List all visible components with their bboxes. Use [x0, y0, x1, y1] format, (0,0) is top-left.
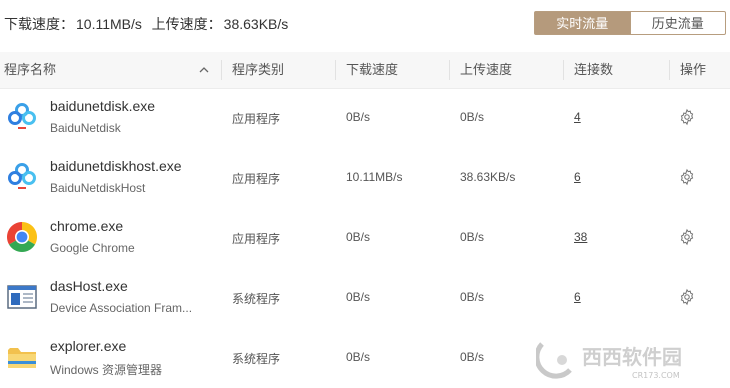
table-row[interactable]: baidunetdiskhost.exe BaiduNetdiskHost 应用… [0, 148, 730, 208]
chrome-icon [6, 222, 38, 253]
connection-count-link[interactable]: 6 [574, 290, 581, 304]
process-name: chrome.exe [50, 218, 124, 234]
process-type: 应用程序 [232, 112, 281, 126]
window-icon [7, 285, 37, 309]
traffic-toggle: 实时流量 历史流量 [534, 11, 726, 35]
folder-icon [8, 348, 36, 368]
process-name: baidunetdisk.exe [50, 98, 156, 114]
connection-count-link[interactable]: 38 [574, 230, 587, 244]
upload-speed: 0B/s [460, 110, 485, 124]
process-name: baidunetdiskhost.exe [50, 158, 182, 174]
process-type: 应用程序 [232, 172, 281, 186]
speed-summary: 下载速度： 10.11MB/s 上传速度： 38.63KB/s [4, 14, 290, 34]
baidu-netdisk-icon [8, 163, 36, 189]
connection-count-link[interactable]: 4 [574, 110, 581, 124]
download-speed-label: 下载速度： [4, 16, 74, 32]
process-description: Windows 资源管理器 [50, 363, 163, 377]
top-bar: 下载速度： 10.11MB/s 上传速度： 38.63KB/s 实时流量 历史流量 [0, 0, 730, 48]
column-divider [449, 60, 450, 80]
upload-speed-label: 上传速度： [151, 16, 222, 32]
process-name: explorer.exe [50, 338, 127, 354]
process-description: Google Chrome [50, 241, 135, 255]
column-header-upload[interactable]: 上传速度 [460, 52, 512, 88]
connection-count-link[interactable]: 6 [574, 170, 581, 184]
gear-icon[interactable] [678, 108, 696, 126]
column-header-action: 操作 [680, 62, 707, 77]
download-speed-value: 10.11MB/s [76, 16, 142, 32]
process-description: BaiduNetdisk [50, 121, 121, 135]
download-speed: 0B/s [346, 290, 371, 304]
column-header-type[interactable]: 程序类别 [232, 52, 284, 88]
upload-speed: 38.63KB/s [460, 170, 516, 184]
process-type: 应用程序 [232, 232, 281, 246]
column-header-download[interactable]: 下载速度 [346, 52, 398, 88]
download-speed: 0B/s [346, 230, 371, 244]
chevron-up-icon[interactable] [198, 64, 210, 76]
process-description: BaiduNetdiskHost [50, 181, 146, 195]
column-divider [563, 60, 564, 80]
download-speed: 0B/s [346, 110, 371, 124]
table-row[interactable]: baidunetdisk.exe BaiduNetdisk 应用程序 0B/s … [0, 88, 730, 148]
watermark-subtext: CR173.COM [632, 371, 680, 380]
gear-icon[interactable] [678, 168, 696, 186]
process-description: Device Association Fram... [50, 301, 193, 315]
column-divider [669, 60, 670, 80]
table-row[interactable]: dasHost.exe Device Association Fram... 系… [0, 268, 730, 328]
upload-speed: 0B/s [460, 230, 485, 244]
process-name: dasHost.exe [50, 278, 128, 294]
table-header: 程序名称 程序类别 下载速度 上传速度 连接数 操作 [0, 52, 730, 89]
tab-history-traffic[interactable]: 历史流量 [630, 11, 726, 35]
gear-icon[interactable] [678, 288, 696, 306]
table-row[interactable]: chrome.exe Google Chrome 应用程序 0B/s 0B/s … [0, 208, 730, 268]
column-header-name[interactable]: 程序名称 [4, 52, 56, 88]
download-speed: 0B/s [346, 350, 371, 364]
upload-speed-value: 38.63KB/s [223, 16, 289, 32]
watermark-logo: 西西软件园 CR173.COM [536, 334, 730, 382]
column-header-connections[interactable]: 连接数 [574, 52, 613, 88]
process-type: 系统程序 [232, 292, 281, 306]
upload-speed: 0B/s [460, 350, 485, 364]
gear-icon[interactable] [678, 228, 696, 246]
baidu-netdisk-icon [8, 103, 36, 129]
upload-speed: 0B/s [460, 290, 485, 304]
process-type: 系统程序 [232, 352, 281, 366]
tab-realtime-traffic[interactable]: 实时流量 [534, 11, 631, 35]
column-divider [221, 60, 222, 80]
column-divider [335, 60, 336, 80]
download-speed: 10.11MB/s [346, 170, 403, 184]
watermark-text: 西西软件园 [582, 345, 682, 369]
